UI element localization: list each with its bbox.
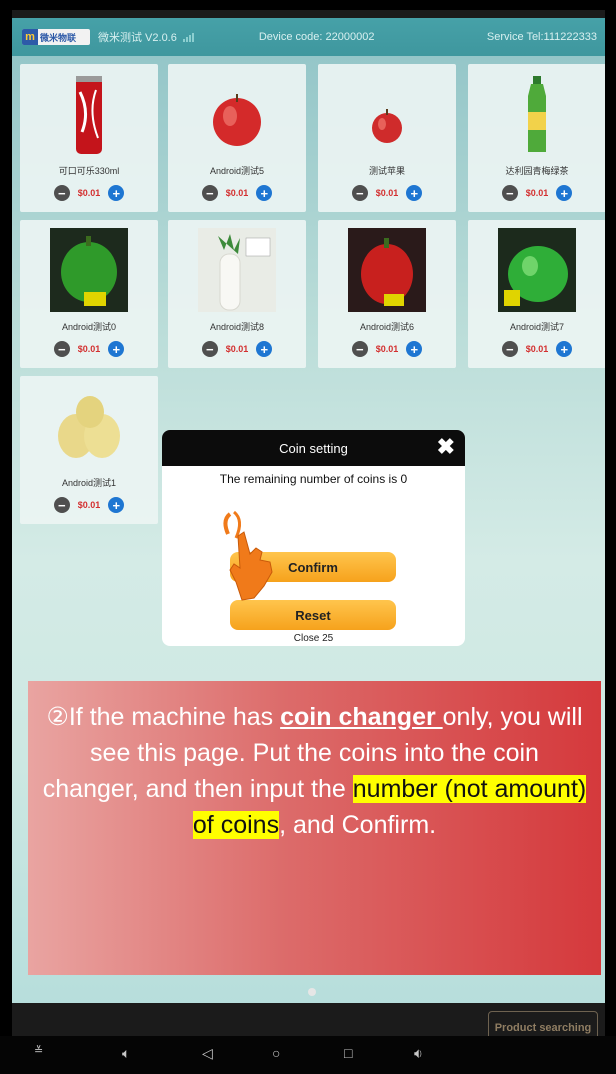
tablet-device: m 微米物联 微米测试 V2.0.6 Device code: 22000002… [12, 10, 605, 1060]
signal-icon [182, 32, 199, 42]
callout-coin-changer: coin changer [280, 703, 443, 731]
plus-icon[interactable]: + [556, 341, 573, 357]
green-tea-bottle-image [498, 72, 576, 156]
dialog-title: Coin setting [279, 440, 348, 456]
logo-text: 微米物联 [40, 32, 77, 43]
service-tel: Service Tel:111222333 [486, 31, 597, 43]
product-card[interactable]: Android测试0 − $0.01 + [20, 220, 158, 368]
product-name: Android测试0 [61, 322, 117, 332]
product-card[interactable]: Android测试5 − $0.01 + [168, 64, 306, 212]
product-card[interactable]: Android测试1 − $0.01 + [20, 376, 158, 524]
minus-icon[interactable]: − [501, 341, 518, 357]
minus-icon[interactable]: − [201, 185, 218, 201]
product-card[interactable]: 达利园青梅绿茶 − $0.01 + [468, 64, 605, 212]
app-screen: m 微米物联 微米测试 V2.0.6 Device code: 22000002… [12, 18, 605, 1003]
product-name: Android测试1 [61, 478, 117, 488]
plus-icon[interactable]: + [108, 341, 125, 357]
product-name: Android测试7 [509, 322, 565, 332]
price-row: − $0.01 + [53, 185, 125, 201]
remaining-coins-message: The remaining number of coins is 0 [219, 472, 408, 486]
android-nav-bar: ≚ 🔈︎ ◁ ○ □ 🔉︎ [0, 1036, 616, 1074]
coke-can-image [50, 72, 128, 156]
price-row: − $0.01 + [351, 185, 423, 201]
plus-icon[interactable]: + [256, 341, 273, 357]
collapse-chevron-icon[interactable]: ≚ [34, 1046, 43, 1057]
page-indicator [308, 988, 316, 996]
product-price: $0.01 [77, 344, 101, 354]
volume-up-icon[interactable]: 🔉︎ [414, 1046, 423, 1060]
logo-mark: m [22, 29, 38, 45]
product-name: Android测试5 [209, 166, 265, 176]
green-apple-image [498, 228, 576, 312]
green-pepper-image [50, 228, 128, 312]
product-price: $0.01 [225, 344, 249, 354]
minus-icon[interactable]: − [351, 185, 368, 201]
price-row: − $0.01 + [351, 341, 423, 357]
plus-icon[interactable]: + [108, 497, 125, 513]
price-row: − $0.01 + [501, 185, 573, 201]
volume-down-icon[interactable]: 🔈︎ [122, 1046, 130, 1060]
plus-icon[interactable]: + [406, 341, 423, 357]
minus-icon[interactable]: − [53, 185, 70, 201]
minus-icon[interactable]: − [351, 341, 368, 357]
product-price: $0.01 [77, 188, 101, 198]
product-card[interactable]: Android测试7 − $0.01 + [468, 220, 605, 368]
back-icon[interactable]: ◁ [202, 1046, 213, 1060]
red-pepper-image [348, 228, 426, 312]
instruction-callout: ②If the machine has coin changer only, y… [28, 681, 601, 975]
product-price: $0.01 [225, 188, 249, 198]
product-card[interactable]: Android测试6 − $0.01 + [318, 220, 456, 368]
recents-icon[interactable]: □ [344, 1046, 352, 1060]
price-row: − $0.01 + [53, 341, 125, 357]
pointing-hand-icon [220, 510, 280, 602]
product-price: $0.01 [77, 500, 101, 510]
product-name: Android测试6 [359, 322, 415, 332]
brand-logo: m 微米物联 [22, 29, 90, 45]
product-card[interactable]: 测试苹果 − $0.01 + [318, 64, 456, 212]
red-apple-image [198, 72, 276, 156]
small-apple-image [348, 72, 426, 156]
coin-setting-dialog: Coin setting ✖ The remaining number of c… [162, 430, 465, 646]
price-row: − $0.01 + [53, 497, 125, 513]
product-price: $0.01 [375, 188, 399, 198]
close-icon[interactable]: ✖ [437, 436, 455, 458]
price-row: − $0.01 + [501, 341, 573, 357]
product-name: 可口可乐330ml [58, 166, 120, 176]
plus-icon[interactable]: + [108, 185, 125, 201]
device-code: Device code: 22000002 [258, 31, 375, 43]
product-price: $0.01 [525, 344, 549, 354]
product-price: $0.01 [525, 188, 549, 198]
close-countdown: Close 25 [293, 633, 334, 644]
plus-icon[interactable]: + [406, 185, 423, 201]
product-card[interactable]: 可口可乐330ml − $0.01 + [20, 64, 158, 212]
callout-text-1: ②If the machine has [46, 703, 281, 731]
product-name: Android测试8 [209, 322, 265, 332]
minus-icon[interactable]: − [201, 341, 218, 357]
pears-image [50, 384, 128, 468]
status-bar: m 微米物联 微米测试 V2.0.6 Device code: 22000002… [12, 18, 605, 56]
plus-icon[interactable]: + [556, 185, 573, 201]
app-version: 微米测试 V2.0.6 [98, 32, 177, 44]
callout-text-3: , and Confirm. [279, 811, 437, 839]
dialog-header: Coin setting ✖ [162, 430, 465, 466]
radish-image [198, 228, 276, 312]
reset-button[interactable]: Reset [230, 600, 396, 630]
product-card[interactable]: Android测试8 − $0.01 + [168, 220, 306, 368]
price-row: − $0.01 + [201, 341, 273, 357]
product-price: $0.01 [375, 344, 399, 354]
plus-icon[interactable]: + [256, 185, 273, 201]
product-name: 测试苹果 [368, 166, 405, 176]
product-name: 达利园青梅绿茶 [505, 166, 569, 176]
price-row: − $0.01 + [201, 185, 273, 201]
minus-icon[interactable]: − [53, 497, 70, 513]
minus-icon[interactable]: − [501, 185, 518, 201]
home-icon[interactable]: ○ [272, 1046, 280, 1060]
minus-icon[interactable]: − [53, 341, 70, 357]
